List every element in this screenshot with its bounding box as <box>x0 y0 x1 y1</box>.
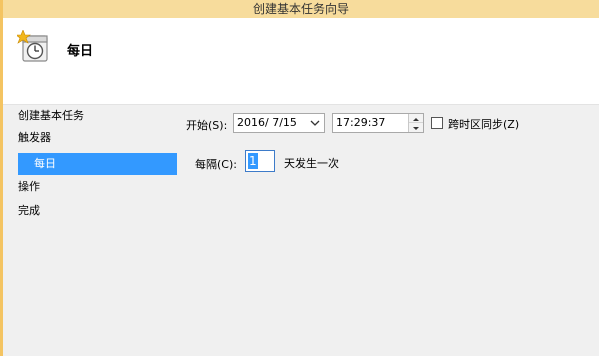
nav-step-label: 操作 <box>18 180 40 193</box>
nav-step-finish[interactable]: 完成 <box>18 200 168 222</box>
spin-up-icon[interactable] <box>409 114 423 123</box>
spin-down-icon[interactable] <box>409 123 423 132</box>
nav-step-label: 创建基本任务 <box>18 109 84 122</box>
nav-step-label: 完成 <box>18 204 40 217</box>
sync-timezone-checkbox[interactable] <box>431 117 443 129</box>
chevron-down-icon[interactable] <box>310 118 320 128</box>
nav-step-daily[interactable]: 每日 <box>18 153 177 175</box>
calendar-clock-icon <box>15 29 51 64</box>
time-spinner <box>408 114 423 132</box>
start-date-value: 2016/ 7/15 <box>237 116 297 129</box>
start-label: 开始(S): <box>186 119 228 132</box>
window-titlebar[interactable]: 创建基本任务向导 <box>3 0 599 18</box>
wizard-steps-nav: 创建基本任务 触发器 每日 操作 完成 <box>3 105 177 356</box>
window-title: 创建基本任务向导 <box>252 2 349 16</box>
recur-suffix-label: 天发生一次 <box>284 157 339 170</box>
nav-step-trigger[interactable]: 触发器 <box>18 127 168 149</box>
nav-step-create-basic-task[interactable]: 创建基本任务 <box>18 105 168 127</box>
nav-step-label: 每日 <box>34 157 56 170</box>
start-time-value: 17:29:37 <box>336 116 386 129</box>
recur-days-input[interactable]: 1 <box>245 150 275 172</box>
recur-days-value: 1 <box>248 153 258 169</box>
wizard-header: 每日 <box>3 18 599 104</box>
nav-step-label: 触发器 <box>18 131 51 144</box>
nav-step-action[interactable]: 操作 <box>18 176 168 198</box>
recur-label: 每隔(C): <box>195 158 237 171</box>
page-title: 每日 <box>67 44 94 59</box>
start-date-picker[interactable]: 2016/ 7/15 <box>233 113 325 133</box>
start-time-field[interactable]: 17:29:37 <box>332 113 424 133</box>
sync-timezone-label[interactable]: 跨时区同步(Z) <box>448 116 519 132</box>
